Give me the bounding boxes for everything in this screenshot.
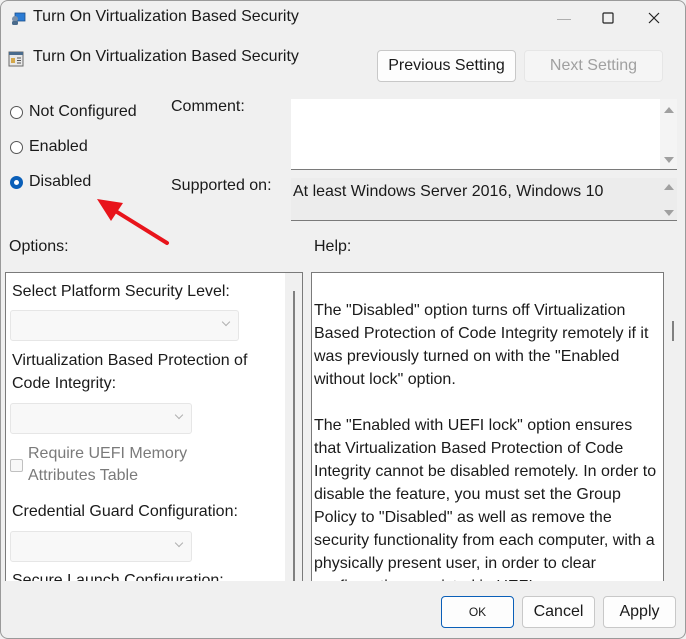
platform-security-dropdown[interactable]	[10, 310, 239, 341]
vbp-code-integrity-label: Virtualization Based Protection of Code …	[12, 352, 248, 392]
radio-label: Enabled	[29, 138, 88, 155]
title-bar: Turn On Virtualization Based Security —	[1, 1, 685, 35]
scroll-up-icon[interactable]	[664, 107, 674, 113]
comment-textarea[interactable]	[291, 99, 677, 170]
maximize-button[interactable]	[585, 1, 631, 35]
platform-security-label: Select Platform Security Level:	[12, 283, 230, 300]
radio-disabled[interactable]: Disabled	[10, 173, 91, 191]
help-panel: The "Disabled" option turns off Virtuali…	[311, 272, 664, 581]
chevron-down-icon	[174, 538, 184, 548]
help-heading: Help:	[314, 238, 352, 255]
policy-app-icon	[12, 12, 26, 25]
scroll-down-icon[interactable]	[664, 210, 674, 216]
cancel-button[interactable]: Cancel	[522, 596, 595, 628]
comment-label: Comment:	[171, 98, 245, 115]
radio-not-configured[interactable]: Not Configured	[10, 103, 137, 121]
red-arrow-annotation	[97, 199, 169, 245]
options-heading: Options:	[9, 238, 69, 255]
minimize-icon: —	[557, 10, 571, 26]
supported-scrollbar[interactable]	[660, 178, 677, 220]
help-paragraph: The "Enabled with UEFI lock" option ensu…	[314, 417, 657, 581]
uefi-memory-checkbox-row[interactable]: Require UEFI Memory Attributes Table	[10, 443, 218, 487]
minimize-button[interactable]: —	[541, 1, 587, 35]
radio-label: Not Configured	[29, 103, 137, 120]
options-scrollbar[interactable]	[285, 273, 302, 581]
comment-scrollbar[interactable]	[660, 99, 677, 169]
credential-guard-dropdown[interactable]	[10, 531, 192, 562]
vbp-code-integrity-dropdown[interactable]	[10, 403, 192, 434]
previous-setting-button[interactable]: Previous Setting	[377, 50, 516, 82]
policy-name: Turn On Virtualization Based Security	[33, 48, 299, 65]
radio-button[interactable]	[10, 105, 23, 119]
maximize-icon	[602, 12, 614, 24]
scroll-up-icon[interactable]	[664, 184, 674, 190]
radio-label: Disabled	[29, 173, 92, 190]
chevron-down-icon	[174, 410, 184, 420]
uefi-memory-label: Require UEFI Memory Attributes Table	[28, 445, 188, 484]
window-title: Turn On Virtualization Based Security	[33, 8, 299, 25]
close-button[interactable]	[631, 1, 677, 35]
supported-on-label: Supported on:	[171, 177, 272, 194]
radio-button[interactable]	[10, 140, 23, 154]
ok-button[interactable]: OK	[441, 596, 514, 628]
help-scrollbar-thumb[interactable]	[672, 321, 674, 341]
policy-setting-icon	[8, 51, 24, 67]
help-paragraph: The "Disabled" option turns off Virtuali…	[314, 302, 649, 388]
credential-guard-label: Credential Guard Configuration:	[12, 503, 238, 520]
radio-enabled[interactable]: Enabled	[10, 138, 88, 156]
chevron-down-icon	[221, 317, 231, 327]
secure-launch-label: Secure Launch Configuration:	[12, 572, 224, 581]
next-setting-button[interactable]: Next Setting	[524, 50, 663, 82]
scroll-down-icon[interactable]	[664, 157, 674, 163]
dialog-window: Turn On Virtualization Based Security — …	[0, 0, 686, 639]
supported-on-value: At least Windows Server 2016, Windows 10	[293, 183, 604, 200]
radio-button[interactable]	[10, 175, 23, 189]
supported-on-field: At least Windows Server 2016, Windows 10	[291, 178, 677, 221]
apply-button[interactable]: Apply	[603, 596, 676, 628]
options-scrollbar-thumb[interactable]	[293, 291, 295, 581]
close-icon	[648, 12, 660, 24]
options-panel: Select Platform Security Level: Virtuali…	[5, 272, 303, 581]
uefi-memory-checkbox[interactable]	[10, 458, 23, 472]
